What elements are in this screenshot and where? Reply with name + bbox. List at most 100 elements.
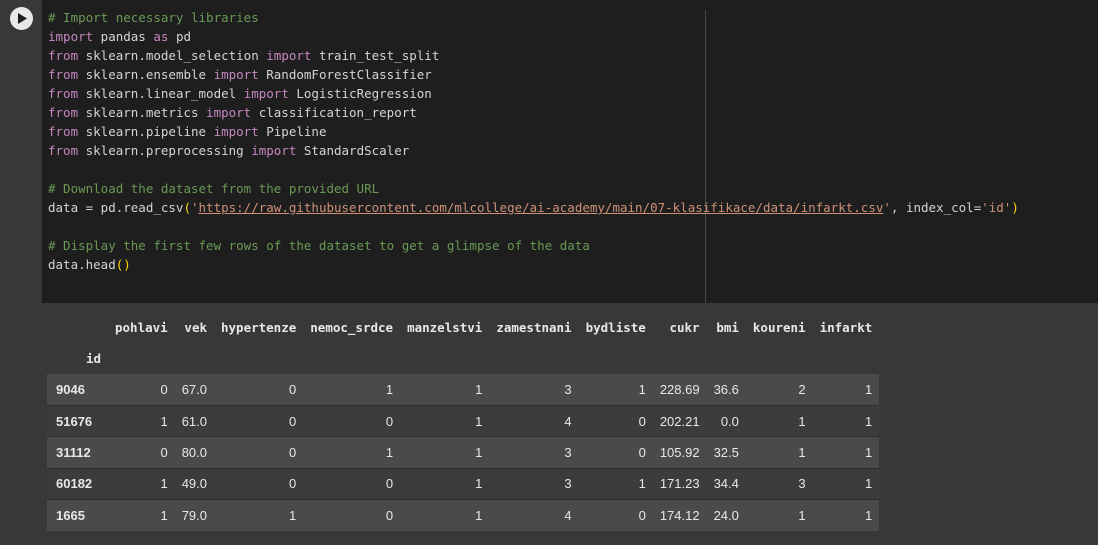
table-cell-bmi: 36.6 [713, 381, 739, 397]
table-row: 60182 1 49.0 0 0 1 3 1 171.23 34.4 3 1 [47, 467, 880, 500]
table-row: 1665 1 79.0 1 0 1 4 0 174.12 24.0 1 1 [47, 499, 880, 531]
table-cell-pohlavi: 1 [108, 467, 175, 500]
code-line: from sklearn.model_selection import trai… [48, 46, 1019, 65]
table-cell-zamestnani: 4 [489, 404, 579, 437]
table-cell-cukr: 171.23 [652, 467, 707, 500]
code-token: from [48, 143, 79, 158]
code-editor[interactable]: # Import necessary libraries import panda… [42, 0, 1098, 303]
table-cell-zamestnani: 3 [489, 436, 579, 469]
index-header-blank [47, 312, 108, 343]
table-cell-nemoc_srdce: 1 [303, 436, 401, 469]
play-icon [17, 13, 27, 24]
table-cell-manzelstvi: 1 [400, 404, 490, 437]
column-header-koureni: koureni [752, 320, 806, 335]
code-line: import pandas as pd [48, 27, 1019, 46]
table-cell-koureni: 2 [798, 381, 806, 397]
table-cell-cukr: 105.92 [652, 436, 707, 469]
index-row-spacer [489, 343, 578, 374]
code-token: import [266, 48, 312, 63]
code-line: from sklearn.ensemble import RandomFores… [48, 65, 1019, 84]
table-cell-pohlavi: 1 [108, 404, 175, 437]
column-header-bydliste: bydliste [585, 320, 646, 335]
dataframe-body: 9046 0 67.0 0 1 1 3 1 228.69 36.6 2 1 51676 1 61.0 0 0 1 4… [47, 374, 880, 531]
column-header-nemoc_srdce: nemoc_srdce [310, 320, 394, 335]
table-cell-bydliste: 0 [578, 436, 653, 469]
code-token: sklearn.model_selection [78, 48, 267, 63]
table-cell-bydliste: 0 [578, 499, 653, 531]
index-name-row: id [47, 343, 879, 374]
code-line: # Display the first few rows of the data… [48, 236, 1019, 255]
cell-gutter [0, 0, 42, 303]
code-line: from sklearn.linear_model import Logisti… [48, 84, 1019, 103]
code-token: classification_report [251, 105, 417, 120]
row-index: 31112 [47, 436, 108, 469]
table-cell-cukr: 228.69 [659, 381, 700, 397]
code-token: import [206, 105, 252, 120]
code-line: from sklearn.preprocessing import Standa… [48, 141, 1019, 160]
table-cell-bydliste: 0 [578, 404, 653, 437]
column-header-hypertenze: hypertenze [221, 320, 297, 335]
code-token: import [251, 143, 297, 158]
code-token: from [48, 124, 79, 139]
table-cell-zamestnani: 3 [564, 381, 572, 397]
code-token: data = pd.read_csv [48, 200, 184, 215]
cell-output: pohlavi vek hypertenze nemoc_srdce manzelstv… [0, 303, 1098, 545]
index-name: id [85, 351, 101, 366]
code-token: # Import necessary libraries [48, 10, 259, 25]
index-row-spacer [108, 343, 175, 374]
table-cell-pohlavi: 0 [108, 436, 175, 469]
index-row-spacer [707, 343, 746, 374]
code-line: # Import necessary libraries [48, 8, 1019, 27]
code-token: # Download the dataset from the provided… [48, 181, 380, 196]
code-lines: # Import necessary libraries import panda… [48, 8, 1019, 274]
index-row-spacer [746, 343, 813, 374]
table-cell-infarkt: 1 [865, 381, 873, 397]
index-row-spacer [579, 343, 653, 374]
table-cell-hypertenze: 1 [214, 499, 304, 531]
row-index: 9046 [56, 381, 85, 397]
table-cell-koureni: 1 [745, 499, 813, 531]
table-row: 51676 1 61.0 0 0 1 4 0 202.21 0.0 1 1 [47, 404, 880, 437]
code-token: # Display the first few rows of the data… [48, 238, 590, 253]
code-token: import [213, 124, 259, 139]
table-cell-hypertenze: 0 [214, 436, 304, 469]
table-cell-bydliste: 1 [638, 381, 646, 397]
table-cell-bmi: 24.0 [706, 499, 746, 531]
column-header-zamestnani: zamestnani [496, 320, 572, 335]
column-header-pohlavi: pohlavi [115, 320, 168, 335]
table-cell-nemoc_srdce: 0 [303, 467, 401, 500]
table-cell-cukr: 202.21 [652, 404, 707, 437]
table-cell-infarkt: 1 [812, 467, 880, 500]
code-token: from [48, 67, 79, 82]
code-url-link[interactable]: https://raw.githubusercontent.com/mlcoll… [199, 200, 884, 215]
code-line: data = pd.read_csv('https://raw.githubus… [48, 198, 1019, 217]
code-token: pandas [93, 29, 154, 44]
code-token: 'id' [981, 200, 1012, 215]
table-cell-manzelstvi: 1 [400, 436, 490, 469]
dataframe-table: pohlavi vek hypertenze nemoc_srdce manzelstv… [47, 312, 880, 531]
table-cell-infarkt: 1 [812, 436, 880, 469]
output-gutter [0, 303, 42, 545]
run-cell-button[interactable] [10, 7, 33, 30]
code-token: import [243, 86, 289, 101]
table-cell-pohlavi: 1 [108, 499, 175, 531]
table-cell-hypertenze: 0 [214, 467, 304, 500]
table-cell-manzelstvi: 1 [400, 499, 490, 531]
row-index: 60182 [47, 467, 108, 500]
code-token: as [153, 29, 169, 44]
column-header-bmi: bmi [716, 320, 739, 335]
row-index: 1665 [47, 499, 108, 531]
code-token: ( [183, 200, 191, 215]
code-token: ' [191, 200, 199, 215]
table-cell-koureni: 1 [745, 404, 813, 437]
code-token: sklearn.metrics [78, 105, 207, 120]
table-cell-nemoc_srdce: 0 [303, 499, 401, 531]
table-cell-cukr: 174.12 [652, 499, 707, 531]
table-row: 31112 0 80.0 0 1 1 3 0 105.92 32.5 1 1 [47, 436, 880, 469]
table-cell-bydliste: 1 [578, 467, 653, 500]
table-cell-infarkt: 1 [812, 499, 880, 531]
table-cell-manzelstvi: 1 [475, 381, 483, 397]
table-row: 9046 0 67.0 0 1 1 3 1 228.69 36.6 2 1 [47, 374, 880, 406]
code-token: ) [1011, 200, 1019, 215]
